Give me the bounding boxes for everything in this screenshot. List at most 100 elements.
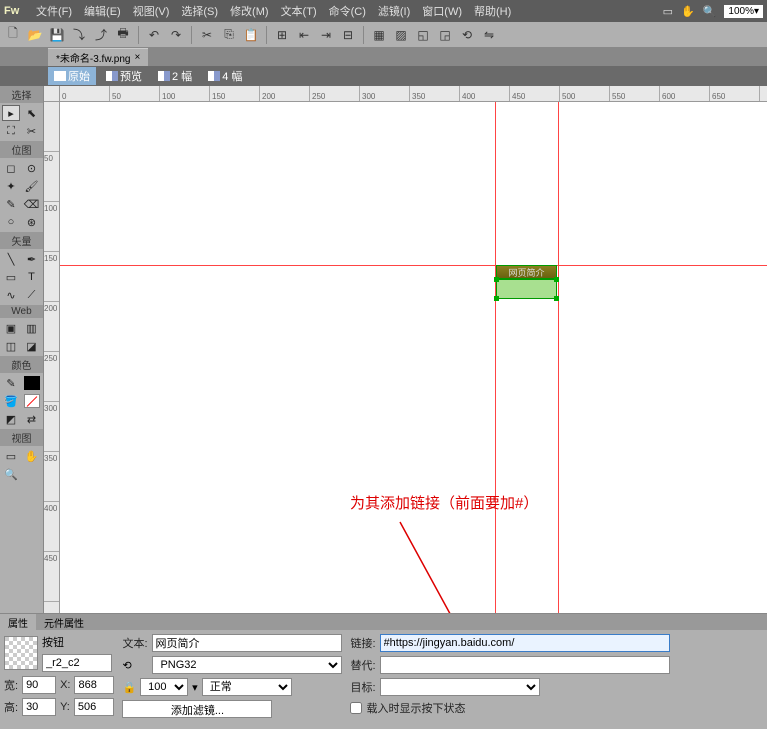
stroke-swatch[interactable] <box>23 375 41 391</box>
zoom-level[interactable]: 100% ▾ <box>724 5 763 18</box>
height-input[interactable] <box>22 698 56 716</box>
lock-icon[interactable]: 🔒 <box>122 681 136 694</box>
guide-horizontal[interactable] <box>60 265 767 266</box>
menu-window[interactable]: 窗口(W) <box>422 3 462 19</box>
handle-icon[interactable] <box>554 277 559 282</box>
marquee-tool[interactable]: ◻ <box>2 160 20 176</box>
undo-icon[interactable]: ↶ <box>145 26 163 44</box>
crop-tool[interactable]: ✂ <box>23 123 41 139</box>
save-icon[interactable]: 💾 <box>48 26 66 44</box>
print-icon[interactable]: 🖶 <box>114 26 132 44</box>
menu-text[interactable]: 文本(T) <box>281 3 317 19</box>
text-input[interactable] <box>152 634 342 652</box>
handle-icon[interactable] <box>494 277 499 282</box>
hide-tool[interactable]: ◫ <box>2 338 20 354</box>
tab-symbol-properties[interactable]: 元件属性 <box>36 614 92 630</box>
selection-id-input[interactable] <box>42 654 112 672</box>
zoom-icon[interactable]: 🔍 <box>703 5 717 18</box>
dropdown-icon[interactable]: ▾ <box>192 681 198 694</box>
default-colors[interactable]: ◩ <box>2 411 20 427</box>
tab-properties[interactable]: 属性 <box>0 614 36 630</box>
button-object[interactable]: 网页简介 <box>496 265 557 279</box>
zoom-tool[interactable]: 🔍 <box>2 466 20 482</box>
copy-icon[interactable]: ⎘ <box>220 26 238 44</box>
wand-tool[interactable]: ✦ <box>2 178 20 194</box>
target-select[interactable] <box>380 678 540 696</box>
fill-color[interactable]: 🪣 <box>2 393 20 409</box>
export-icon[interactable]: ⤴ <box>92 26 110 44</box>
line-tool[interactable]: ╲ <box>2 251 20 267</box>
flip-icon[interactable]: ⇋ <box>480 26 498 44</box>
view-2up[interactable]: 2 幅 <box>152 67 198 85</box>
opacity-select[interactable]: 100 <box>140 678 188 696</box>
ruler-horizontal[interactable]: 050100150200250300350400450500550600650 <box>60 86 767 102</box>
align2-icon[interactable]: ⇥ <box>317 26 335 44</box>
swap-colors[interactable]: ⇄ <box>23 411 41 427</box>
add-filter-button[interactable]: 添加滤镜... <box>122 700 272 718</box>
link-input[interactable] <box>380 634 670 652</box>
hand-tool[interactable]: ✋ <box>23 448 41 464</box>
ungroup-icon[interactable]: ▨ <box>392 26 410 44</box>
menu-edit[interactable]: 编辑(E) <box>84 3 121 19</box>
close-tab-icon[interactable]: × <box>134 52 140 63</box>
fill-swatch[interactable] <box>23 393 41 409</box>
stamp-tool[interactable]: ⊛ <box>23 214 41 230</box>
front-icon[interactable]: ◱ <box>414 26 432 44</box>
document-tab[interactable]: *未命名-3.fw.png × <box>48 48 148 66</box>
back-icon[interactable]: ◲ <box>436 26 454 44</box>
handle-icon[interactable] <box>494 296 499 301</box>
blur-tool[interactable]: ○ <box>2 214 20 230</box>
menu-select[interactable]: 选择(S) <box>181 3 218 19</box>
hand-icon[interactable]: ✋ <box>681 5 695 18</box>
eraser-tool[interactable]: ⌫ <box>23 196 41 212</box>
view-4up[interactable]: 4 幅 <box>202 67 248 85</box>
menu-help[interactable]: 帮助(H) <box>474 3 511 19</box>
screen-mode[interactable]: ▭ <box>2 448 20 464</box>
text-tool[interactable]: T <box>23 269 41 285</box>
canvas[interactable]: 网页简介 为其添加链接（前面要加#） <box>60 102 767 613</box>
menu-file[interactable]: 文件(F) <box>36 3 72 19</box>
pointer-tool[interactable]: ▸ <box>2 105 20 121</box>
handle-icon[interactable] <box>554 296 559 301</box>
cut-icon[interactable]: ✂ <box>198 26 216 44</box>
guide-vertical-1[interactable] <box>495 102 496 613</box>
stroke-color[interactable]: ✎ <box>2 375 20 391</box>
lasso-tool[interactable]: ⊙ <box>23 160 41 176</box>
group-icon[interactable]: ▦ <box>370 26 388 44</box>
align-icon[interactable]: ⇤ <box>295 26 313 44</box>
rect-tool[interactable]: ▭ <box>2 269 20 285</box>
format-select[interactable]: PNG32 <box>152 656 342 674</box>
view-original[interactable]: 原始 <box>48 67 96 85</box>
new-icon[interactable]: 🗋 <box>4 26 22 44</box>
ruler-origin[interactable] <box>44 86 60 102</box>
show-pressed-checkbox[interactable] <box>350 702 362 714</box>
guide-vertical-2[interactable] <box>558 102 559 613</box>
width-input[interactable] <box>22 676 56 694</box>
scale-tool[interactable]: ⛶ <box>2 123 20 139</box>
knife-tool[interactable]: ⟋ <box>23 287 41 303</box>
import-icon[interactable]: ⤵ <box>70 26 88 44</box>
ruler-vertical[interactable]: 50100150200250300350400450 <box>44 102 60 613</box>
menu-modify[interactable]: 修改(M) <box>230 3 269 19</box>
blend-select[interactable]: 正常 <box>202 678 292 696</box>
menu-commands[interactable]: 命令(C) <box>329 3 366 19</box>
paste-icon[interactable]: 📋 <box>242 26 260 44</box>
pencil-tool[interactable]: ✎ <box>2 196 20 212</box>
freeform-tool[interactable]: ∿ <box>2 287 20 303</box>
menu-view[interactable]: 视图(V) <box>133 3 170 19</box>
alt-input[interactable] <box>380 656 670 674</box>
slice-tool[interactable]: ▥ <box>23 320 41 336</box>
hotspot-tool[interactable]: ▣ <box>2 320 20 336</box>
redo-icon[interactable]: ↷ <box>167 26 185 44</box>
rotate-icon[interactable]: ⟲ <box>458 26 476 44</box>
view-preview[interactable]: 预览 <box>100 67 148 85</box>
subselect-tool[interactable]: ⬉ <box>23 105 41 121</box>
x-input[interactable] <box>74 676 114 694</box>
slice-object[interactable] <box>496 279 557 299</box>
brush-tool[interactable]: 🖌 <box>23 178 41 194</box>
menu-filters[interactable]: 滤镜(I) <box>378 3 410 19</box>
open-icon[interactable]: 📂 <box>26 26 44 44</box>
distribute-icon[interactable]: ⊟ <box>339 26 357 44</box>
screen-icon[interactable]: ▭ <box>663 5 673 18</box>
fit-icon[interactable]: ⊞ <box>273 26 291 44</box>
